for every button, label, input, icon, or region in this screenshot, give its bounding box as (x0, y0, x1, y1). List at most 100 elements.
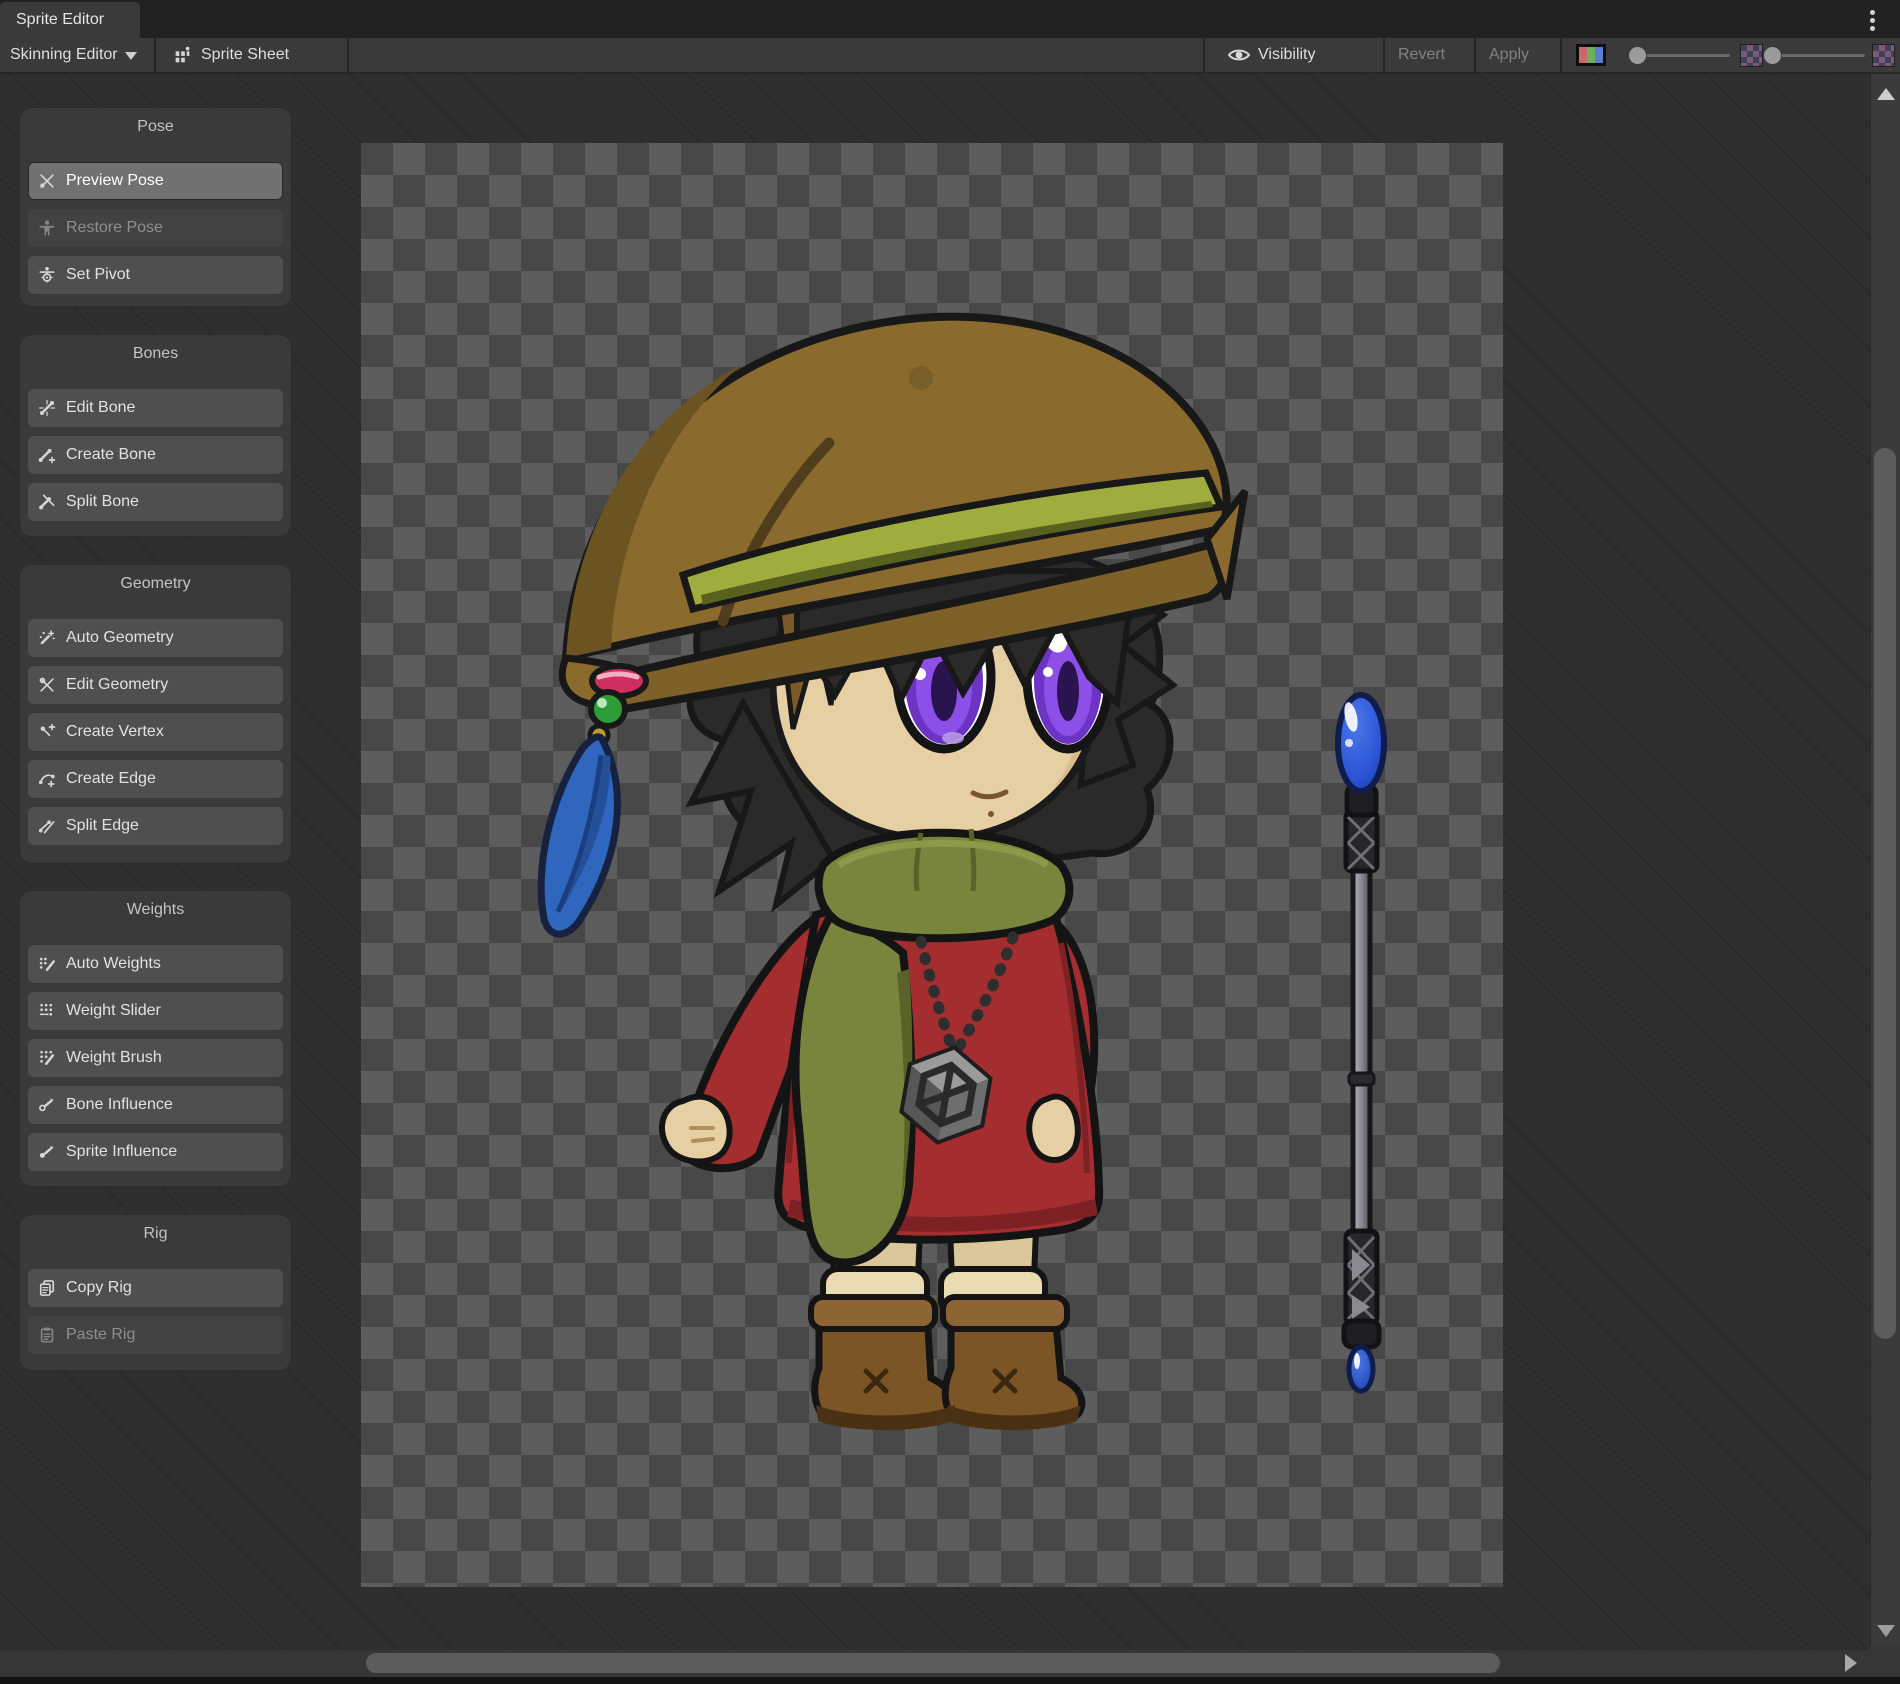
button-label: Paste Rig (66, 1326, 135, 1344)
panel-geometry: Geometry Auto Geometry Edit Geometry Create… (18, 563, 293, 865)
panel-title: Geometry (27, 573, 284, 595)
restore-pose-button[interactable]: Restore Pose (28, 209, 283, 247)
rgb-swatch-icon (1576, 44, 1606, 66)
create-edge-icon (36, 768, 58, 790)
slider-knob[interactable] (1628, 46, 1647, 65)
apply-button[interactable]: Apply (1489, 38, 1529, 72)
scrollbar-corner (1868, 1647, 1900, 1677)
bone-influence-icon (36, 1094, 58, 1116)
mode-dropdown-label: Skinning Editor (10, 46, 118, 64)
create-bone-icon (36, 444, 58, 466)
auto-geometry-icon (36, 627, 58, 649)
weight-brush-button[interactable]: Weight Brush (28, 1039, 283, 1077)
set-pivot-icon (36, 264, 58, 286)
split-edge-icon (36, 815, 58, 837)
button-label: Bone Influence (66, 1096, 173, 1114)
button-label: Set Pivot (66, 266, 130, 284)
sprite-grid-icon (172, 44, 194, 66)
panel-title: Pose (27, 116, 284, 138)
button-label: Weight Slider (66, 1002, 161, 1020)
scroll-right-button[interactable] (1845, 1654, 1857, 1672)
vertical-scrollbar[interactable] (1870, 74, 1900, 1647)
color-swatch-toggle[interactable] (1576, 38, 1606, 72)
texture-chip (1740, 38, 1763, 72)
button-label: Sprite Influence (66, 1143, 177, 1161)
panel-title: Bones (27, 343, 284, 365)
revert-button[interactable]: Revert (1398, 38, 1445, 72)
button-label: Create Bone (66, 446, 156, 464)
alpha-checker-icon (1740, 44, 1763, 67)
tab-sprite-editor[interactable]: Sprite Editor (0, 2, 140, 38)
toolbar: Skinning Editor Sprite Sheet Visibility … (0, 38, 1900, 74)
toolbar-divider (1383, 38, 1385, 72)
preview-color-slider[interactable] (1628, 38, 1732, 72)
split-bone-icon (36, 491, 58, 513)
auto-weights-icon (36, 953, 58, 975)
edit-geometry-icon (36, 674, 58, 696)
sprite-influence-icon (36, 1141, 58, 1163)
visibility-button[interactable]: Visibility (1227, 38, 1316, 72)
button-label: Create Edge (66, 770, 156, 788)
chevron-down-icon (125, 52, 137, 60)
button-label: Create Vertex (66, 723, 164, 741)
sprite-influence-button[interactable]: Sprite Influence (28, 1133, 283, 1171)
panel-pose: Pose Preview Pose Restore Pose Set Pivot (18, 106, 293, 308)
character-sprite[interactable] (524, 317, 1245, 1430)
weight-slider-icon (36, 1000, 58, 1022)
paste-rig-icon (36, 1324, 58, 1346)
scroll-down-button[interactable] (1877, 1625, 1895, 1637)
edit-bone-icon (36, 397, 58, 419)
split-bone-button[interactable]: Split Bone (28, 483, 283, 521)
texture-checkerboard (361, 143, 1503, 1587)
button-label: Copy Rig (66, 1279, 132, 1297)
staff-sprite[interactable] (1338, 695, 1384, 1391)
button-label: Preview Pose (66, 172, 164, 190)
vertical-scrollbar-thumb[interactable] (1874, 448, 1896, 1339)
preview-pose-button[interactable]: Preview Pose (28, 162, 283, 200)
apply-label: Apply (1489, 46, 1529, 64)
preview-pose-icon (36, 170, 58, 192)
bone-influence-button[interactable]: Bone Influence (28, 1086, 283, 1124)
kebab-menu-icon[interactable] (1862, 7, 1882, 33)
tab-title: Sprite Editor (16, 11, 104, 28)
sprite-sheet-label: Sprite Sheet (201, 46, 289, 64)
panel-title: Rig (27, 1223, 284, 1245)
toolbar-divider (1203, 38, 1205, 72)
paste-rig-button[interactable]: Paste Rig (28, 1316, 283, 1354)
horizontal-scrollbar[interactable] (0, 1650, 1868, 1677)
toolbar-divider (1560, 38, 1562, 72)
window-tab-bar: Sprite Editor (0, 0, 1900, 38)
button-label: Split Bone (66, 493, 139, 511)
copy-rig-button[interactable]: Copy Rig (28, 1269, 283, 1307)
auto-weights-button[interactable]: Auto Weights (28, 945, 283, 983)
split-edge-button[interactable]: Split Edge (28, 807, 283, 845)
create-vertex-icon (36, 721, 58, 743)
eye-icon (1227, 43, 1251, 67)
weight-brush-icon (36, 1047, 58, 1069)
preview-alpha-slider[interactable] (1763, 38, 1867, 72)
sprite-sheet-button[interactable]: Sprite Sheet (172, 38, 289, 72)
alpha-checker-icon (1872, 44, 1895, 67)
edit-geometry-button[interactable]: Edit Geometry (28, 666, 283, 704)
mode-dropdown[interactable]: Skinning Editor (10, 38, 137, 72)
button-label: Auto Geometry (66, 629, 174, 647)
button-label: Split Edge (66, 817, 139, 835)
auto-geometry-button[interactable]: Auto Geometry (28, 619, 283, 657)
button-label: Weight Brush (66, 1049, 162, 1067)
create-vertex-button[interactable]: Create Vertex (28, 713, 283, 751)
weight-slider-button[interactable]: Weight Slider (28, 992, 283, 1030)
scroll-up-button[interactable] (1877, 88, 1895, 100)
button-label: Restore Pose (66, 219, 163, 237)
slider-knob[interactable] (1763, 46, 1782, 65)
set-pivot-button[interactable]: Set Pivot (28, 256, 283, 294)
panel-rig: Rig Copy Rig Paste Rig (18, 1213, 293, 1372)
edit-bone-button[interactable]: Edit Bone (28, 389, 283, 427)
create-bone-button[interactable]: Create Bone (28, 436, 283, 474)
button-label: Auto Weights (66, 955, 161, 973)
create-edge-button[interactable]: Create Edge (28, 760, 283, 798)
toolbar-divider (1474, 38, 1476, 72)
horizontal-scrollbar-thumb[interactable] (366, 1653, 1500, 1673)
copy-rig-icon (36, 1277, 58, 1299)
window-bottom-edge (0, 1677, 1900, 1684)
toolbar-divider (154, 38, 156, 72)
